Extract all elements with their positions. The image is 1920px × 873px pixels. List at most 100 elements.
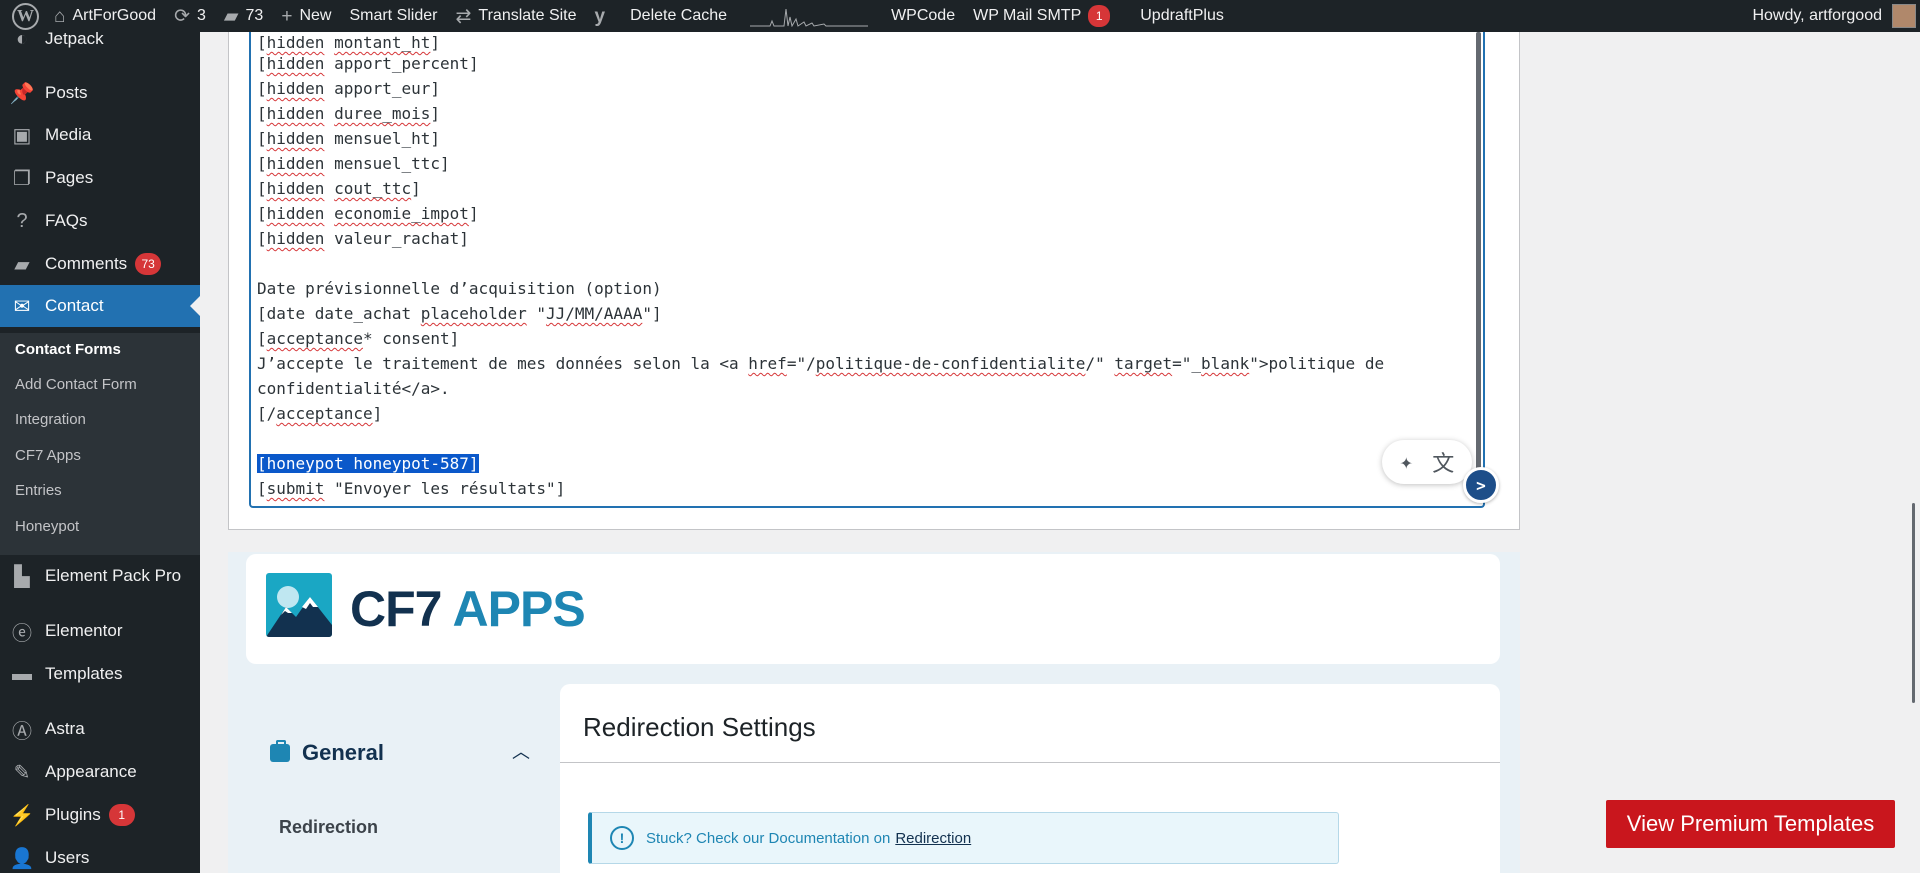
divider <box>560 762 1500 763</box>
admin-bar-updraftplus[interactable]: UpdraftPlus <box>1131 0 1233 32</box>
plus-icon: + <box>281 5 293 27</box>
sidebar-item-contact[interactable]: ✉ Contact <box>0 285 200 327</box>
sidebar-item-pages[interactable]: ❐ Pages <box>0 157 200 199</box>
form-template-textarea[interactable]: [hidden montant_ht] [hidden apport_perce… <box>249 32 1499 508</box>
admin-bar-wpcode[interactable]: WPCode <box>882 0 964 32</box>
code-line: [/acceptance] <box>257 404 383 423</box>
view-premium-templates-button[interactable]: View Premium Templates <box>1606 800 1895 848</box>
submenu-entries[interactable]: Entries <box>15 482 62 499</box>
submenu-cf7-apps[interactable]: CF7 Apps <box>15 447 81 464</box>
code-line: J’accepte le traitement de mes données s… <box>257 354 1385 373</box>
admin-sidebar: ◐ Jetpack 📌 Posts ▣ Media ❐ Pages ? FAQs… <box>0 32 200 873</box>
nav-redirection[interactable]: Redirection <box>279 817 378 838</box>
plug-icon: ⚡ <box>9 804 35 827</box>
sidebar-item-posts[interactable]: 📌 Posts <box>0 72 200 114</box>
admin-bar-wp-mail-smtp[interactable]: WP Mail SMTP 1 <box>964 0 1119 32</box>
documentation-notice: ! Stuck? Check our Documentation on Redi… <box>588 812 1339 864</box>
submenu-integration[interactable]: Integration <box>15 411 86 428</box>
code-line: [hidden montant_ht] <box>257 33 441 52</box>
sidebar-item-appearance[interactable]: ✎ Appearance <box>0 751 200 793</box>
admin-bar-updates[interactable]: ⟳ 3 <box>165 0 215 32</box>
code-line-selected: [honeypot honeypot-587] <box>257 454 479 473</box>
documentation-link[interactable]: Redirection <box>895 830 971 847</box>
admin-bar-delete-cache[interactable]: Delete Cache <box>621 0 736 32</box>
admin-bar-smart-slider[interactable]: Smart Slider <box>340 0 446 32</box>
assistant-bot-icon[interactable]: > <box>1463 467 1499 503</box>
writing-tools: ✦ 文 <box>1382 440 1472 484</box>
code-line: [hidden cout_ttc] <box>257 179 421 198</box>
admin-bar-new[interactable]: + New <box>272 0 340 32</box>
info-icon: ! <box>610 826 634 850</box>
folder-icon: ▬ <box>12 662 32 685</box>
comment-icon: ▰ <box>14 253 30 276</box>
translate-icon[interactable]: 文 <box>1432 446 1454 478</box>
code-line: [acceptance* consent] <box>257 329 460 348</box>
envelope-icon: ✉ <box>13 295 31 318</box>
card-title: Redirection Settings <box>583 712 816 742</box>
translate-icon: ⇄ <box>455 5 472 27</box>
editor-scrollbar[interactable] <box>1476 32 1481 502</box>
form-editor-panel: [hidden montant_ht] [hidden apport_perce… <box>228 32 1520 530</box>
code-line: [hidden mensuel_ttc] <box>257 154 450 173</box>
submenu-contact-forms[interactable]: Contact Forms <box>15 341 121 358</box>
submenu-honeypot[interactable]: Honeypot <box>15 518 79 535</box>
admin-bar: W ⌂ ArtForGood ⟳ 3 ▰ 73 + New Smart Slid… <box>0 0 1920 32</box>
cf7-apps-mountain-icon <box>266 573 332 637</box>
sidebar-item-comments[interactable]: ▰ Comments 73 <box>0 243 200 285</box>
sidebar-item-plugins[interactable]: ⚡ Plugins 1 <box>0 794 200 836</box>
chevron-up-icon[interactable]: ︿ <box>512 738 530 764</box>
yoast-icon: y <box>594 5 606 27</box>
media-icon: ▣ <box>12 124 32 147</box>
page-scrollbar[interactable] <box>1912 503 1915 703</box>
plugins-count-badge: 1 <box>108 804 135 826</box>
sidebar-item-media[interactable]: ▣ Media <box>0 114 200 156</box>
code-line: confidentialité</a>. <box>257 379 450 398</box>
code-line: [hidden valeur_rachat] <box>257 229 469 248</box>
code-line: [date date_achat placeholder "JJ/MM/AAAA… <box>257 304 662 323</box>
cf7-apps-logo-text: CF7 APPS <box>350 581 586 637</box>
elementor-icon: ⓔ <box>12 622 32 645</box>
stats-sparkline-icon[interactable] <box>750 5 869 27</box>
comment-icon: ▰ <box>223 5 239 27</box>
home-icon: ⌂ <box>54 5 66 27</box>
pin-icon: 📌 <box>9 82 35 105</box>
code-line: [submit "Envoyer les résultats"] <box>257 479 566 498</box>
comments-count-badge: 73 <box>135 253 162 275</box>
admin-bar-account[interactable]: Howdy, artforgood <box>1752 4 1920 28</box>
sidebar-item-element-pack-pro[interactable]: ▙ Element Pack Pro <box>0 555 200 597</box>
admin-bar-site[interactable]: ⌂ ArtForGood <box>45 0 165 32</box>
pages-icon: ❐ <box>13 167 31 190</box>
code-line: [hidden apport_eur] <box>257 79 441 98</box>
submenu-add-contact-form[interactable]: Add Contact Form <box>15 376 137 393</box>
wordpress-logo-icon[interactable]: W <box>12 2 39 30</box>
sidebar-item-astra[interactable]: Ⓐ Astra <box>0 708 200 750</box>
code-line: [hidden economie_impot] <box>257 204 479 223</box>
sidebar-item-elementor[interactable]: ⓔ Elementor <box>0 610 200 652</box>
briefcase-icon <box>270 740 290 762</box>
sidebar-item-faqs[interactable]: ? FAQs <box>0 200 200 242</box>
sidebar-item-jetpack[interactable]: ◐ Jetpack <box>0 32 200 60</box>
sidebar-item-users[interactable]: 👤 Users <box>0 837 200 873</box>
admin-bar-yoast[interactable]: y <box>586 0 622 32</box>
contact-submenu: Contact Forms Add Contact Form Integrati… <box>0 333 200 555</box>
sidebar-item-templates[interactable]: ▬ Templates <box>0 653 200 695</box>
code-line: [hidden duree_mois] <box>257 104 441 123</box>
brush-icon: ✎ <box>13 761 31 784</box>
refresh-icon: ⟳ <box>174 5 190 27</box>
magic-wand-icon[interactable]: ✦ <box>1400 450 1413 475</box>
admin-bar-translate[interactable]: ⇄ Translate Site <box>446 0 585 32</box>
cf7-apps-logo-card: CF7 APPS <box>246 554 1500 664</box>
cf7-apps-panel: CF7 APPS General ︿ Redirection Redirecti… <box>228 552 1520 873</box>
question-icon: ? <box>16 209 28 232</box>
general-section-toggle[interactable]: General <box>270 740 384 766</box>
code-line: [hidden apport_percent] <box>257 54 479 73</box>
admin-bar-comments[interactable]: ▰ 73 <box>215 0 272 32</box>
astra-icon: Ⓐ <box>12 720 32 743</box>
jetpack-icon: ◐ <box>15 32 29 50</box>
element-pack-icon: ▙ <box>14 565 30 588</box>
code-line: [hidden mensuel_ht] <box>257 129 441 148</box>
wp-mail-smtp-badge: 1 <box>1088 5 1111 27</box>
user-icon: 👤 <box>9 847 35 870</box>
redirection-settings-card: Redirection Settings ! Stuck? Check our … <box>560 684 1500 873</box>
code-line: Date prévisionnelle d’acquisition (optio… <box>257 279 662 298</box>
